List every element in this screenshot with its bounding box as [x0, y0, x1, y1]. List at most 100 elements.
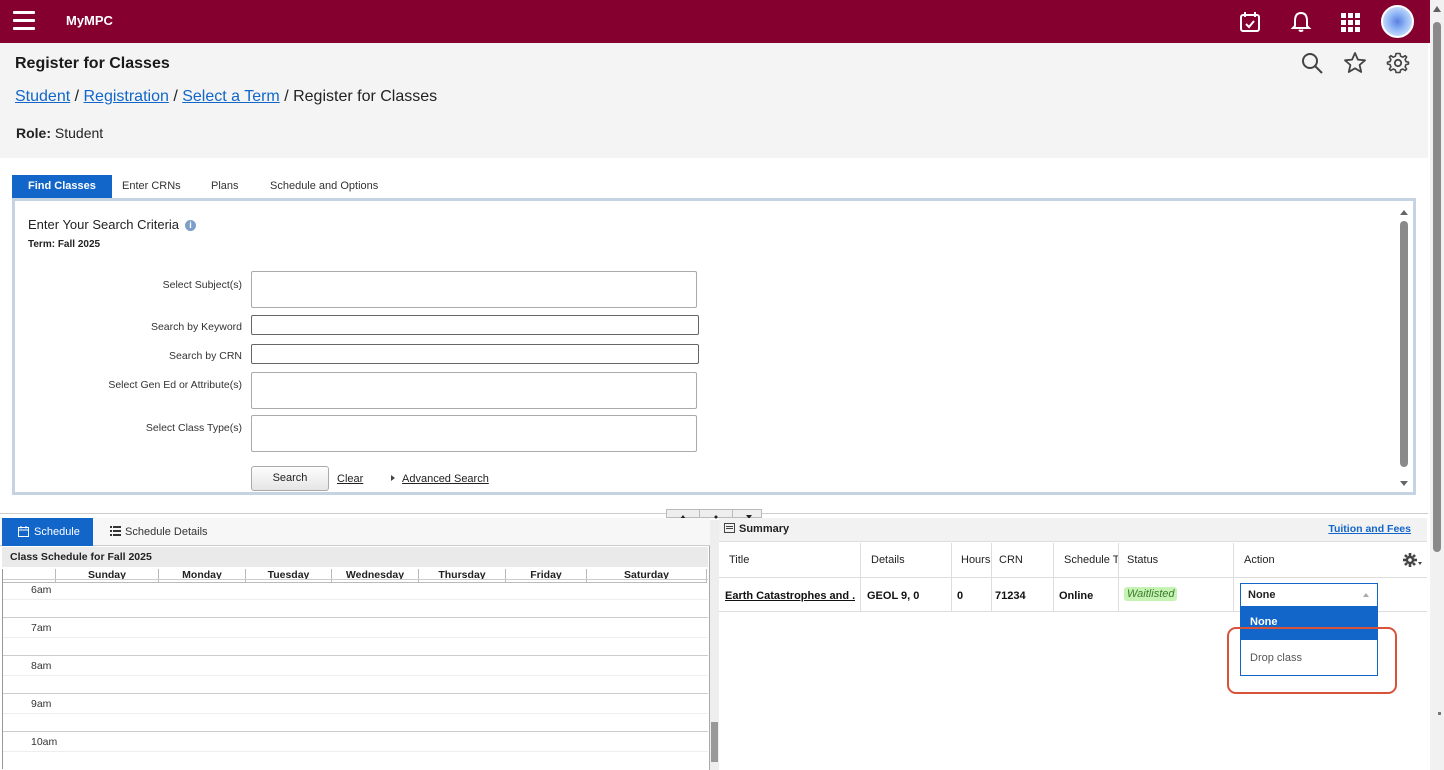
page-scrollbar[interactable] [1430, 0, 1444, 770]
breadcrumb-link-student[interactable]: Student [15, 88, 70, 105]
col-crn[interactable]: CRN [999, 554, 1023, 566]
role-value: Student [54, 125, 104, 141]
status-badge: Waitlisted [1124, 587, 1178, 601]
subject-label: Select Subject(s) [162, 279, 242, 291]
tab-enter-crns[interactable]: Enter CRNs [122, 175, 181, 198]
tuition-fees-link[interactable]: Tuition and Fees [1328, 523, 1411, 535]
scroll-down-icon[interactable] [1400, 481, 1408, 486]
weekly-calendar: Sunday Monday Tuesday Wednesday Thursday… [2, 569, 708, 769]
header-row-divider [719, 577, 1427, 578]
course-title[interactable]: Earth Catastrophes and ... [725, 590, 855, 602]
classtype-input[interactable] [251, 415, 697, 452]
calendar-hour-row [3, 693, 708, 731]
scrollbar-thumb[interactable] [1433, 22, 1441, 552]
action-option-drop-class[interactable]: Drop class [1241, 640, 1377, 672]
calendar-time-label: 10am [31, 736, 58, 748]
avatar[interactable] [1381, 5, 1414, 38]
summary-icon [724, 523, 735, 533]
keyword-input[interactable] [251, 315, 699, 335]
schedule-tabbar: Schedule Schedule Details [0, 518, 710, 546]
tab-plans[interactable]: Plans [211, 175, 239, 198]
schedule-scrollbar[interactable] [710, 520, 719, 770]
tab-schedule-details-label: Schedule Details [125, 526, 208, 538]
row-title-link[interactable]: Earth Catastrophes and ... [725, 590, 855, 602]
crn-label: Search by CRN [169, 350, 242, 362]
search-criteria-heading: Enter Your Search Criteria [28, 217, 180, 232]
tab-find-classes[interactable]: Find Classes [12, 175, 112, 198]
scroll-up-icon[interactable] [1433, 6, 1441, 12]
scroll-up-icon[interactable] [1400, 210, 1408, 215]
calendar-check-icon[interactable] [1237, 9, 1263, 35]
crn-input[interactable] [251, 344, 699, 364]
top-app-bar: MyMPC [0, 0, 1430, 43]
tab-schedule-options[interactable]: Schedule and Options [270, 175, 378, 198]
caret-right-icon [391, 475, 395, 481]
brand-name[interactable]: MyMPC [66, 13, 113, 28]
panel-splitter[interactable] [666, 509, 765, 519]
col-action[interactable]: Action [1244, 554, 1275, 566]
action-select[interactable]: None [1240, 583, 1378, 607]
breadcrumb-link-select-term[interactable]: Select a Term [182, 88, 280, 105]
page-title: Register for Classes [15, 55, 170, 72]
breadcrumb-current: Register for Classes [293, 88, 438, 105]
term-label: Term: Fall 2025 [28, 239, 101, 250]
tab-schedule-details[interactable]: Schedule Details [110, 518, 208, 546]
breadcrumb-separator: / [70, 88, 84, 105]
chevron-up-icon [1363, 593, 1369, 597]
gear-icon[interactable] [1386, 51, 1410, 75]
scrollbar-thumb[interactable] [711, 722, 718, 762]
action-dropdown-list: None Drop class [1240, 607, 1378, 676]
col-details[interactable]: Details [871, 554, 905, 566]
calendar-hour-row [3, 655, 708, 693]
breadcrumb-separator: / [279, 88, 294, 105]
list-icon [110, 526, 121, 536]
calendar-time-label: 7am [31, 622, 52, 634]
collapse-down-icon[interactable] [733, 510, 765, 519]
col-title[interactable]: Title [729, 554, 749, 566]
gened-input[interactable] [251, 372, 697, 409]
apps-grid-icon[interactable] [1337, 9, 1363, 35]
search-icon[interactable] [1300, 51, 1324, 75]
scroll-marker [1438, 712, 1441, 715]
row-schedule-type: Online [1059, 590, 1094, 602]
breadcrumb: Student / Registration / Select a Term /… [15, 88, 437, 106]
subject-input[interactable] [251, 271, 697, 308]
action-option-none[interactable]: None [1241, 608, 1377, 640]
clear-link[interactable]: Clear [337, 473, 363, 485]
search-panel-scrollbar[interactable] [1399, 205, 1409, 489]
scrollbar-thumb[interactable] [1400, 221, 1408, 467]
menu-icon[interactable] [13, 11, 35, 31]
info-icon[interactable]: i [185, 220, 197, 231]
col-schedule-type[interactable]: Schedule T [1064, 554, 1118, 566]
role-indicator: Role: Student [16, 125, 103, 141]
search-criteria-title: Enter Your Search Criteria i [28, 217, 197, 232]
summary-title: Summary [724, 523, 789, 535]
calendar-hour-row [3, 579, 708, 617]
col-hours[interactable]: Hours [961, 554, 990, 566]
tab-schedule-label: Schedule [34, 526, 80, 538]
row-crn: 71234 [995, 590, 1026, 602]
bell-icon[interactable] [1288, 9, 1314, 35]
col-status[interactable]: Status [1127, 554, 1158, 566]
keyword-label: Search by Keyword [150, 321, 242, 333]
breadcrumb-link-registration[interactable]: Registration [84, 88, 169, 105]
advanced-search-link[interactable]: Advanced Search [391, 473, 489, 485]
star-icon[interactable] [1343, 51, 1367, 75]
calendar-time-label: 9am [31, 698, 52, 710]
summary-header: Summary Tuition and Fees [719, 518, 1427, 542]
summary-panel: Summary Tuition and Fees Title Details H… [719, 518, 1427, 770]
column-settings-gear-icon[interactable] [1402, 552, 1422, 568]
search-criteria-panel: Enter Your Search Criteria i Term: Fall 2… [12, 198, 1416, 495]
restore-icon[interactable] [700, 510, 733, 519]
role-label: Role: [16, 125, 51, 141]
action-select-value: None [1248, 589, 1276, 601]
row-details: GEOL 9, 0 [867, 590, 920, 602]
row-status: Waitlisted [1124, 587, 1178, 601]
schedule-caption: Class Schedule for Fall 2025 [2, 547, 708, 567]
search-button[interactable]: Search [251, 466, 329, 491]
collapse-up-icon[interactable] [667, 510, 700, 519]
tab-schedule[interactable]: Schedule [2, 518, 93, 546]
advanced-search-label: Advanced Search [402, 473, 489, 485]
classtype-label: Select Class Type(s) [145, 422, 242, 434]
calendar-time-label: 8am [31, 660, 52, 672]
